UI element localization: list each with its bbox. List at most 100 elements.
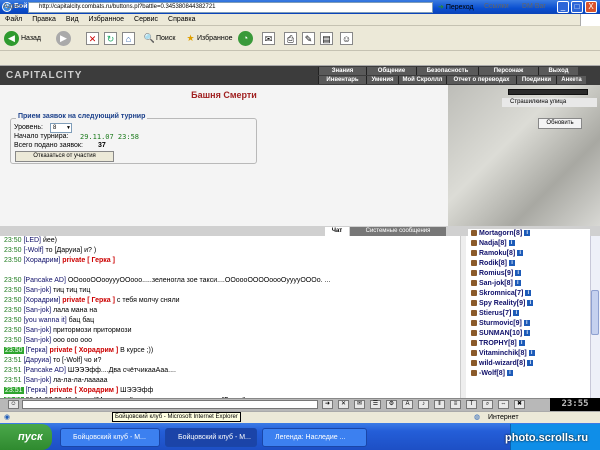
menu-edit[interactable]: Правка [27,14,61,26]
nav-character[interactable]: Персонаж [478,67,538,75]
user-list-item[interactable]: Sturmovic[9] i [468,319,590,329]
chat-nick[interactable]: [you wanna it] [23,317,66,324]
pause-icon[interactable]: ‖ [434,400,445,409]
private-icon[interactable]: ✉ [354,400,365,409]
user-info-icon[interactable]: i [527,360,534,367]
close-chat-icon[interactable]: ✖ [514,400,525,409]
chat-scrollbar[interactable] [460,236,466,402]
user-list-item[interactable]: Skromnica[7] i [468,289,590,299]
chat-nick[interactable]: [San-jok] [23,377,51,384]
minimize-button[interactable]: _ [557,1,569,13]
chat-nick[interactable]: [San-jok] [23,307,51,314]
menu-tools[interactable]: Сервис [129,14,163,26]
cancel-participation-button[interactable]: Отказаться от участия [15,151,114,162]
user-list-item[interactable]: TROPHY[8] i [468,339,590,349]
user-list-item[interactable]: Mortagorn[8] i [468,229,590,239]
chat-private-tag[interactable]: private [ Герка ] [62,297,115,304]
chat-private-tag[interactable]: private [ Хорадрим ] [50,347,119,354]
smile-icon[interactable]: ☺ [8,400,19,409]
home-button[interactable]: ⌂ [122,30,135,47]
links-button[interactable]: Ссылки [484,3,509,10]
user-list-item[interactable]: -Wolf[8] i [468,369,590,379]
menu-file[interactable]: Файл [0,14,27,26]
send-icon[interactable]: ➜ [322,400,333,409]
address-input[interactable]: http://capitalcity.combats.ru/buttons.pl… [28,2,433,13]
chat-nick[interactable]: [Даруиа] [23,357,51,364]
nav-transfers[interactable]: Отчет о переводах [446,76,516,84]
chat-nick[interactable]: [Pancake AD] [23,277,65,284]
user-info-icon[interactable]: i [509,260,516,267]
refresh-button[interactable]: Обновить [538,118,582,129]
favorites-button[interactable]: ★ Избранное [184,30,232,47]
clear-icon[interactable]: ✕ [338,400,349,409]
forward-button[interactable]: ▶ [56,30,71,47]
user-info-icon[interactable]: i [506,370,513,377]
close-button[interactable]: X [585,1,597,13]
nav-knowledge[interactable]: Знания [318,67,366,75]
chat-nick[interactable]: [Герка] [25,387,47,394]
settings-icon[interactable]: ⚙ [386,400,397,409]
task-button-2[interactable]: Бойцовский клуб - М... [165,428,257,447]
user-info-icon[interactable]: i [523,320,530,327]
chat-private-tag[interactable]: private [ Герка ] [62,257,115,264]
menu-view[interactable]: Вид [61,14,84,26]
nav-my-scroll[interactable]: Мой Скроллл [398,76,446,84]
start-button[interactable]: пуск [0,424,52,450]
messenger-button[interactable]: ☺ [340,30,353,47]
nav-communication[interactable]: Общение [366,67,416,75]
discuss-button[interactable]: ▤ [320,30,333,47]
level-select[interactable]: 8 ▼ [50,123,72,133]
user-info-icon[interactable]: i [524,230,531,237]
user-list-item[interactable]: SUNMAN[10] i [468,329,590,339]
back-button[interactable]: ◀ Назад [4,30,41,47]
user-info-icon[interactable]: i [525,290,532,297]
search-users-icon[interactable]: ⌕ [482,400,493,409]
font-icon[interactable]: A [402,400,413,409]
expand-icon[interactable]: ⇔ [498,400,509,409]
go-button[interactable]: ➜ Переход [438,2,474,13]
chat-private-tag[interactable]: private [ Хорадрим ] [50,387,119,394]
chat-input[interactable] [22,400,318,409]
user-info-icon[interactable]: i [513,310,520,317]
history-button[interactable]: ◔ [238,30,253,47]
user-list-item[interactable]: Spy Reality[9] i [468,299,590,309]
user-list-item[interactable]: Vitaminchik[8] i [468,349,590,359]
user-list-item[interactable]: wild-wizard[8] i [468,359,590,369]
task-button-1[interactable]: Бойцовский клуб - М... [60,428,160,447]
user-info-icon[interactable]: i [515,270,522,277]
chat-nick[interactable]: [San-jok] [23,287,51,294]
chat-nick[interactable]: [Хорадрим] [23,297,60,304]
stop-button[interactable]: ✕ [86,30,99,47]
sound-icon[interactable]: ♪ [418,400,429,409]
tab-system-messages[interactable]: Системные сообщения [350,227,446,236]
refresh-browser-button[interactable]: ↻ [104,30,117,47]
print-button[interactable]: ⎙ [284,30,297,47]
tab-chat[interactable]: Чат [325,227,349,236]
edit-button[interactable]: ✎ [302,30,315,47]
menu-favorites[interactable]: Избранное [84,14,129,26]
user-info-icon[interactable]: i [508,240,515,247]
nav-security[interactable]: Безопасность [416,67,478,75]
user-info-icon[interactable]: i [514,280,521,287]
chat-nick[interactable]: [Pancake AD] [23,367,65,374]
chat-nick[interactable]: [Герка] [25,347,47,354]
chat-nick[interactable]: [LED] [23,237,41,244]
user-list-item[interactable]: Romius[9] i [468,269,590,279]
chat-nick[interactable]: [San-jok] [23,327,51,334]
search-button[interactable]: 🔍Поиск [143,30,176,47]
nav-inventory[interactable]: Инвентарь [318,76,366,84]
mail-button[interactable]: ✉ [262,30,275,47]
chat-nick[interactable]: [San-jok] [23,337,51,344]
chat-nick[interactable]: [-Wolf] [23,247,43,254]
user-list-item[interactable]: Stierus[7] i [468,309,590,319]
user-list-item[interactable]: Nadja[8] i [468,239,590,249]
user-info-icon[interactable]: i [524,330,531,337]
menu-help[interactable]: Справка [163,14,200,26]
nav-exit[interactable]: Выход [538,67,578,75]
task-button-3[interactable]: Легенда: Наследие ... [262,428,367,447]
dm-bar-button[interactable]: DM Bar [522,3,546,10]
maximize-button[interactable]: □ [571,1,583,13]
nav-profile[interactable]: Анкета [556,76,586,84]
user-info-icon[interactable]: i [528,350,535,357]
user-list-item[interactable]: Rodik[8] i [468,259,590,269]
